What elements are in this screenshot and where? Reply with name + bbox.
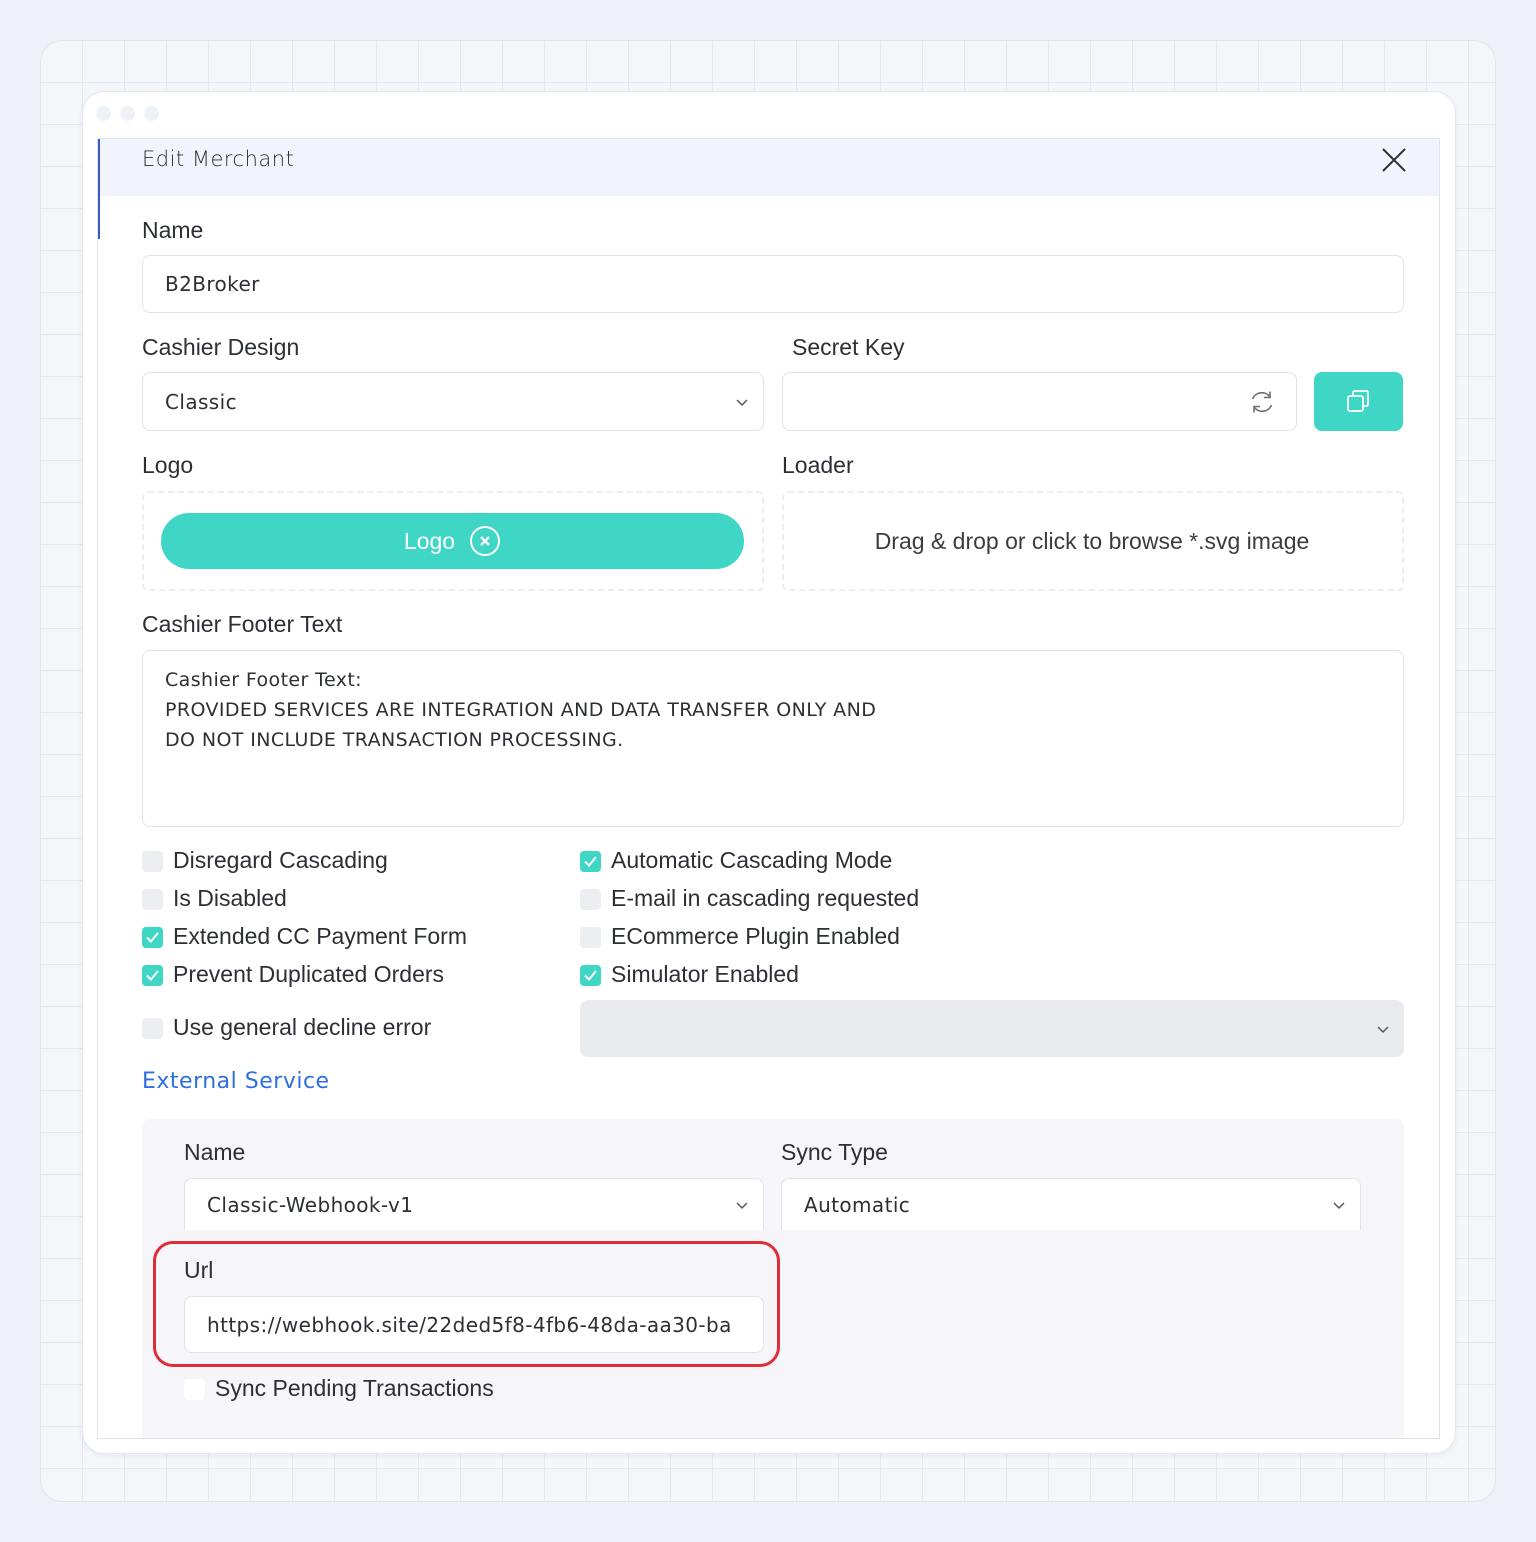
ecommerce-plugin-checkbox[interactable] bbox=[580, 927, 601, 948]
disregard-cascading-checkbox[interactable] bbox=[142, 851, 163, 872]
extended-cc-label: Extended CC Payment Form bbox=[173, 923, 468, 949]
external-service-link[interactable]: External Service bbox=[142, 1069, 330, 1094]
chevron-down-icon bbox=[1377, 1025, 1389, 1033]
ext-name-label: Name bbox=[184, 1139, 246, 1165]
logo-label: Logo bbox=[142, 452, 194, 478]
dialog-accent-bar bbox=[98, 139, 100, 239]
name-input[interactable]: B2Broker bbox=[142, 255, 1404, 313]
logo-file-button[interactable]: Logo bbox=[161, 513, 744, 569]
name-label: Name bbox=[142, 217, 204, 243]
sync-type-label: Sync Type bbox=[781, 1139, 888, 1165]
refresh-icon[interactable] bbox=[1248, 388, 1276, 416]
checkmark-icon bbox=[146, 970, 159, 981]
window-dot-close[interactable] bbox=[96, 106, 111, 121]
cashier-design-value: Classic bbox=[165, 389, 237, 414]
footer-text-area[interactable]: Cashier Footer Text: PROVIDED SERVICES A… bbox=[142, 650, 1404, 827]
checkmark-icon bbox=[146, 932, 159, 943]
email-cascading-label: E-mail in cascading requested bbox=[611, 885, 920, 911]
loader-label: Loader bbox=[782, 452, 854, 478]
extended-cc-checkbox[interactable] bbox=[142, 927, 163, 948]
sync-type-value: Automatic bbox=[804, 1192, 911, 1217]
chevron-down-icon bbox=[736, 1201, 748, 1209]
simulator-enabled-label: Simulator Enabled bbox=[611, 961, 799, 987]
sync-pending-label: Sync Pending Transactions bbox=[215, 1375, 494, 1401]
footer-text-line: Cashier Footer Text: bbox=[165, 669, 362, 691]
copy-secret-button[interactable] bbox=[1314, 372, 1403, 431]
chevron-down-icon bbox=[1333, 1201, 1345, 1209]
loader-drop-text: Drag & drop or click to browse *.svg ima… bbox=[874, 527, 1310, 554]
simulator-enabled-checkbox[interactable] bbox=[580, 965, 601, 986]
sync-type-select[interactable]: Automatic bbox=[781, 1178, 1361, 1230]
url-highlight-outline bbox=[153, 1241, 780, 1367]
checkmark-icon bbox=[584, 856, 597, 867]
secret-key-input[interactable] bbox=[782, 372, 1297, 431]
cashier-design-label: Cashier Design bbox=[142, 334, 300, 360]
automatic-cascading-checkbox[interactable] bbox=[580, 851, 601, 872]
footer-text-label: Cashier Footer Text bbox=[142, 611, 343, 637]
window-dot-minimize[interactable] bbox=[120, 106, 135, 121]
email-cascading-checkbox[interactable] bbox=[580, 889, 601, 910]
dialog-title: Edit Merchant bbox=[142, 147, 295, 171]
is-disabled-label: Is Disabled bbox=[173, 885, 287, 911]
decline-error-select[interactable] bbox=[580, 1000, 1404, 1057]
footer-text-line: PROVIDED SERVICES ARE INTEGRATION AND DA… bbox=[165, 699, 877, 721]
secret-key-label: Secret Key bbox=[792, 334, 905, 360]
checkmark-icon bbox=[584, 970, 597, 981]
use-general-decline-label: Use general decline error bbox=[173, 1014, 432, 1040]
prevent-duplicated-label: Prevent Duplicated Orders bbox=[173, 961, 445, 987]
is-disabled-checkbox[interactable] bbox=[142, 889, 163, 910]
ext-name-value: Classic-Webhook-v1 bbox=[207, 1192, 414, 1217]
use-general-decline-checkbox[interactable] bbox=[142, 1018, 163, 1039]
cashier-design-select[interactable]: Classic bbox=[142, 372, 764, 431]
logo-file-label: Logo bbox=[403, 527, 456, 554]
edit-merchant-dialog: Edit Merchant Name B2Broker Cashier Desi… bbox=[97, 138, 1440, 1439]
ecommerce-plugin-label: ECommerce Plugin Enabled bbox=[611, 923, 900, 949]
footer-text-line: DO NOT INCLUDE TRANSACTION PROCESSING. bbox=[165, 729, 624, 751]
chevron-down-icon bbox=[736, 398, 748, 406]
close-icon[interactable] bbox=[1381, 147, 1407, 173]
copy-icon bbox=[1347, 390, 1369, 412]
clear-icon[interactable] bbox=[469, 525, 501, 557]
dialog-header: Edit Merchant bbox=[98, 139, 1439, 196]
sync-pending-checkbox[interactable] bbox=[184, 1379, 205, 1400]
ext-name-select[interactable]: Classic-Webhook-v1 bbox=[184, 1178, 764, 1230]
automatic-cascading-label: Automatic Cascading Mode bbox=[611, 847, 893, 873]
prevent-duplicated-checkbox[interactable] bbox=[142, 965, 163, 986]
disregard-cascading-label: Disregard Cascading bbox=[173, 847, 388, 873]
window-dot-maximize[interactable] bbox=[144, 106, 159, 121]
